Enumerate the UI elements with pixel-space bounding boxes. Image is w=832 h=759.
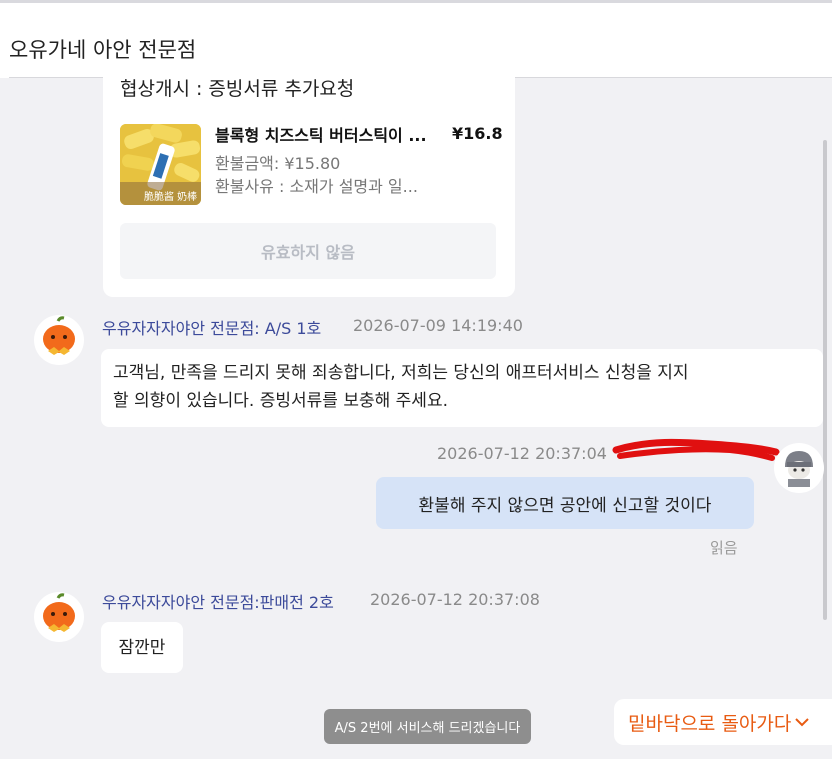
- read-status: 읽음: [710, 539, 738, 557]
- message-bubble[interactable]: 잠깐만: [101, 622, 183, 673]
- pumpkin-mascot-icon[interactable]: [34, 315, 84, 365]
- shop-title: 오유가네 아안 전문점: [9, 38, 197, 62]
- message-line: 고객님, 만족을 드리지 못해 죄송합니다, 저희는 당신의 애프터서비스 신청…: [113, 363, 689, 383]
- service-toast: A/S 2번에 서비스해 드리겠습니다: [324, 709, 531, 744]
- product-price: ¥16.8: [452, 124, 503, 143]
- refund-amount: 환불금액: ¥15.80: [215, 154, 341, 173]
- message-time: 2026-07-12 20:37:04: [437, 444, 607, 463]
- sender-name: 우유자자자야안 전문점:판매전 2호: [102, 593, 334, 612]
- gray-character-icon[interactable]: [774, 443, 824, 493]
- chat-header: 오유가네 아안 전문점: [0, 0, 832, 78]
- invalid-status-button: 유효하지 않음: [120, 223, 496, 279]
- scrollbar[interactable]: [823, 140, 827, 620]
- refund-reason: 환불사유 : 소재가 설명과 일...: [215, 177, 418, 196]
- thumbnail-caption: 脆脆酱 奶棒: [144, 192, 198, 203]
- product-thumbnail[interactable]: 脆脆酱 奶棒: [120, 124, 201, 205]
- scroll-to-bottom-button[interactable]: 밑바닥으로 돌아가다: [614, 699, 832, 745]
- sender-name: 우유자자자야안 전문점: A/S 1호: [102, 319, 322, 338]
- message-line: 할 의향이 있습니다. 증빙서류를 보충해 주세요.: [113, 391, 448, 411]
- my-message-bubble[interactable]: 환불해 주지 않으면 공안에 신고할 것이다: [376, 477, 754, 529]
- message-time: 2026-07-12 20:37:08: [370, 590, 540, 609]
- message-time: 2026-07-09 14:19:40: [353, 316, 523, 335]
- product-name: 블록형 치즈스틱 버터스틱이 ...: [215, 126, 427, 145]
- pumpkin-mascot-icon[interactable]: [34, 592, 84, 642]
- message-text: 환불해 주지 않으면 공안에 신고할 것이다: [418, 495, 712, 516]
- negotiation-status: 협상개시 : 증빙서류 추가요청: [120, 78, 355, 100]
- message-bubble[interactable]: 고객님, 만족을 드리지 못해 죄송합니다, 저희는 당신의 애프터서비스 신청…: [101, 349, 823, 427]
- refund-card[interactable]: 협상개시 : 증빙서류 추가요청 脆脆酱 奶棒 블록형 치즈스틱 버터스틱이 .…: [103, 70, 515, 297]
- message-text: 잠깐만: [118, 637, 166, 658]
- redaction-scribble: [612, 438, 780, 461]
- chevron-down-icon: [794, 713, 810, 732]
- scroll-to-bottom-label: 밑바닥으로 돌아가다: [628, 712, 792, 735]
- top-border: [0, 0, 832, 3]
